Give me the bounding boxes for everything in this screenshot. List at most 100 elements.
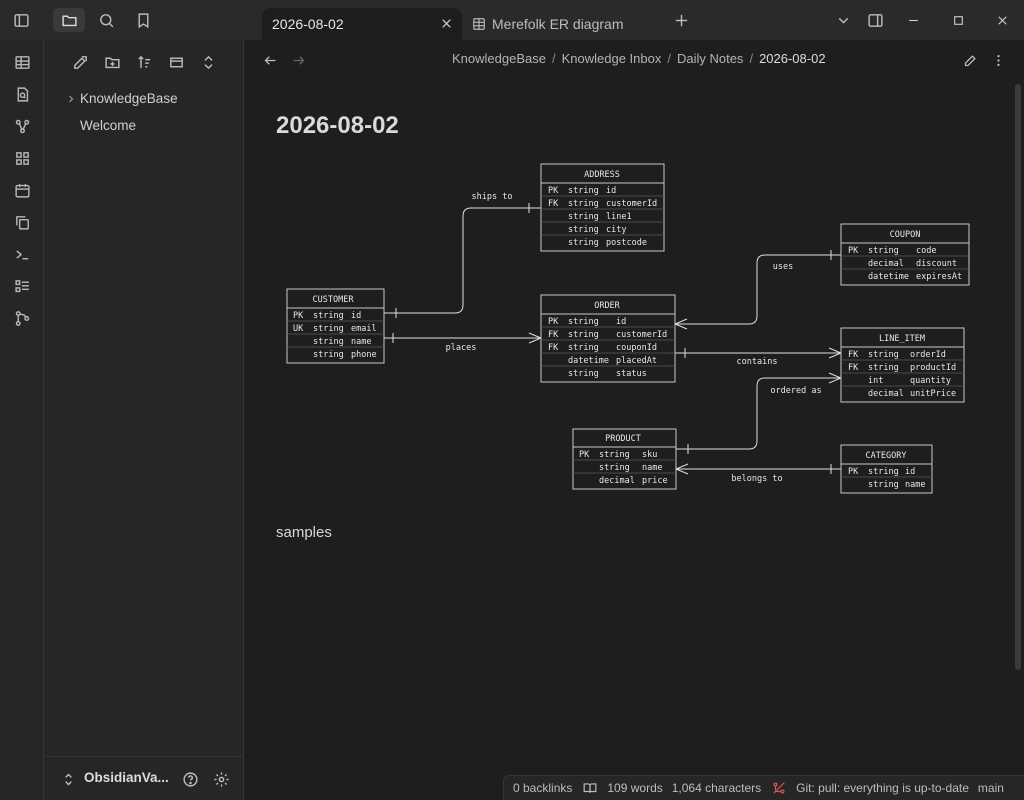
editor-pane: KnowledgeBase / Knowledge Inbox / Daily No…	[245, 40, 1024, 800]
vault-name[interactable]: ObsidianVa...	[84, 770, 169, 785]
svg-text:couponId: couponId	[616, 343, 657, 353]
svg-text:string: string	[568, 369, 599, 379]
svg-text:city: city	[606, 225, 626, 235]
svg-text:FK: FK	[848, 363, 859, 373]
svg-text:line1: line1	[606, 212, 632, 222]
relation-label: uses	[773, 262, 793, 272]
tab-daily-note[interactable]: 2026-08-02	[262, 8, 462, 40]
svg-text:PK: PK	[548, 186, 559, 196]
svg-text:customerId: customerId	[606, 199, 657, 209]
entity-address[interactable]: ADDRESS PK string id FK string customerId st…	[540, 163, 665, 252]
svg-text:string: string	[868, 350, 899, 360]
entity-order[interactable]: ORDER PK string id FK string customerId FK st…	[540, 294, 676, 383]
git-branch[interactable]: main	[978, 781, 1004, 795]
word-count: 109 words	[607, 781, 663, 795]
er-diagram: ships to uses places contains ordered as	[286, 163, 970, 494]
svg-text:PK: PK	[848, 246, 859, 256]
new-note-icon[interactable]	[69, 52, 91, 72]
graph-icon[interactable]	[12, 116, 32, 136]
sidebar-toggle-icon[interactable]	[8, 8, 34, 32]
entity-coupon[interactable]: COUPON PK string code decimal discount date…	[840, 223, 970, 286]
book-open-icon[interactable]	[582, 780, 598, 796]
backlinks-count[interactable]: 0 backlinks	[513, 781, 572, 795]
tree-folder-knowledgebase[interactable]: KnowledgeBase	[64, 91, 178, 106]
blocks-icon[interactable]	[12, 148, 32, 168]
plus-icon[interactable]	[668, 8, 694, 32]
chevron-down-icon[interactable]	[830, 8, 856, 32]
table-icon	[472, 17, 486, 31]
folder-icon[interactable]	[53, 8, 85, 32]
tab-label: 2026-08-02	[272, 16, 344, 32]
entity-customer[interactable]: CUSTOMER PK string id UK string email string…	[286, 288, 385, 364]
svg-text:string: string	[568, 199, 599, 209]
svg-text:datetime: datetime	[868, 272, 909, 282]
tree-item-label: Welcome	[80, 118, 137, 133]
close-window-button[interactable]	[992, 10, 1012, 30]
svg-text:code: code	[916, 246, 936, 256]
file-search-icon[interactable]	[12, 84, 32, 104]
title-bar: 2026-08-02 Merefolk ER diagram	[0, 0, 1024, 40]
search-icon[interactable]	[93, 8, 119, 32]
svg-text:UK: UK	[293, 324, 304, 334]
svg-text:productId: productId	[910, 363, 956, 373]
copy-icon[interactable]	[12, 212, 32, 232]
svg-text:postcode: postcode	[606, 238, 647, 248]
entity-line-item[interactable]: LINE_ITEM FK string orderId FK string produc…	[840, 327, 965, 403]
relation-belongs-to: belongs to	[674, 463, 841, 484]
relation-ordered-as: ordered as	[676, 372, 843, 454]
list-icon[interactable]	[12, 276, 32, 296]
svg-text:string: string	[568, 317, 599, 327]
entity-title: ADDRESS	[584, 170, 620, 180]
svg-text:PK: PK	[293, 311, 304, 321]
svg-text:status: status	[616, 369, 647, 379]
collapse-all-icon[interactable]	[165, 52, 187, 72]
svg-text:string: string	[313, 337, 344, 347]
svg-text:int: int	[868, 376, 883, 386]
close-icon[interactable]	[438, 15, 454, 31]
svg-text:string: string	[868, 480, 899, 490]
maximize-button[interactable]	[948, 10, 968, 30]
svg-text:string: string	[599, 450, 630, 460]
relation-label: belongs to	[731, 474, 782, 484]
minimize-button[interactable]	[903, 10, 923, 30]
entity-title: ORDER	[594, 301, 620, 311]
svg-text:string: string	[868, 467, 899, 477]
svg-text:decimal: decimal	[599, 476, 635, 486]
relation-places: places	[384, 332, 543, 353]
svg-text:PK: PK	[548, 317, 559, 327]
svg-text:decimal: decimal	[868, 259, 904, 269]
svg-text:expiresAt: expiresAt	[916, 272, 962, 282]
bookmark-icon[interactable]	[130, 8, 156, 32]
help-icon[interactable]	[180, 769, 200, 789]
status-bar: 0 backlinks 109 words 1,064 characters G…	[503, 775, 1024, 800]
tree-file-welcome[interactable]: Welcome	[80, 118, 136, 133]
svg-text:orderId: orderId	[910, 350, 946, 360]
svg-text:FK: FK	[548, 199, 559, 209]
gear-icon[interactable]	[211, 769, 231, 789]
table-icon[interactable]	[12, 52, 32, 72]
entity-category[interactable]: CATEGORY PK string id string name	[840, 444, 933, 494]
terminal-icon[interactable]	[12, 244, 32, 264]
svg-text:datetime: datetime	[568, 356, 609, 366]
chevrons-up-down-icon[interactable]	[58, 769, 78, 789]
entity-product[interactable]: PRODUCT PK string sku string name decimal pr…	[572, 428, 677, 490]
sort-icon[interactable]	[133, 52, 155, 72]
svg-text:customerId: customerId	[616, 330, 667, 340]
new-folder-icon[interactable]	[101, 52, 123, 72]
git-sync-icon[interactable]	[771, 780, 787, 796]
vault-switcher: ObsidianVa...	[44, 756, 244, 800]
right-sidebar-toggle-icon[interactable]	[862, 8, 888, 32]
entity-title: PRODUCT	[605, 434, 641, 444]
calendar-icon[interactable]	[12, 180, 32, 200]
relation-label: ordered as	[770, 386, 821, 396]
svg-text:string: string	[313, 350, 344, 360]
svg-text:id: id	[905, 467, 915, 477]
svg-text:PK: PK	[848, 467, 859, 477]
ribbon	[0, 40, 44, 800]
relation-uses: uses	[673, 250, 841, 330]
chevrons-up-down-icon[interactable]	[197, 52, 219, 72]
git-branch-icon[interactable]	[12, 308, 32, 328]
tab-er-diagram[interactable]: Merefolk ER diagram	[464, 8, 659, 40]
relation-label: contains	[737, 357, 778, 367]
scrollbar[interactable]	[1015, 84, 1021, 670]
